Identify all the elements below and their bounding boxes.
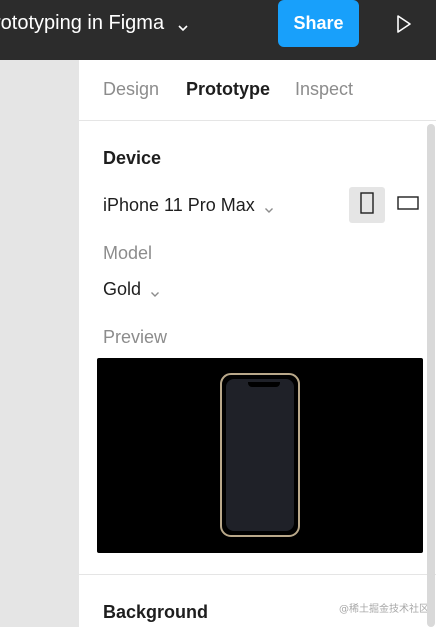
panel-tabs: Design Prototype Inspect <box>79 60 436 121</box>
tab-inspect[interactable]: Inspect <box>295 78 353 100</box>
section-divider <box>79 574 436 575</box>
phone-screen <box>226 379 294 531</box>
device-preview <box>97 358 423 553</box>
play-icon[interactable] <box>390 10 418 38</box>
top-toolbar: rototyping in Figma Share <box>0 0 436 60</box>
share-button[interactable]: Share <box>278 0 359 47</box>
landscape-orientation-button[interactable] <box>390 187 426 223</box>
model-dropdown-value: Gold <box>103 279 142 299</box>
tab-prototype[interactable]: Prototype <box>186 78 270 100</box>
canvas-area[interactable] <box>0 60 78 627</box>
chevron-down-icon <box>263 199 275 213</box>
file-title-text: rototyping in Figma <box>0 12 165 34</box>
device-dropdown[interactable]: iPhone 11 Pro Max <box>103 194 275 216</box>
portrait-icon <box>360 191 374 219</box>
file-title-menu[interactable]: rototyping in Figma <box>0 10 190 36</box>
device-section-title: Device <box>103 148 162 168</box>
watermark: @稀土掘金技术社区 <box>339 604 429 615</box>
portrait-orientation-button[interactable] <box>349 187 385 223</box>
iphone-gold-frame <box>220 373 300 537</box>
properties-panel: Design Prototype Inspect Device iPhone 1… <box>78 60 436 627</box>
figma-window: rototyping in Figma Share Design Prototy… <box>0 0 436 627</box>
phone-notch <box>248 382 280 387</box>
tab-design[interactable]: Design <box>103 78 159 100</box>
model-dropdown[interactable]: Gold <box>103 278 161 300</box>
model-label: Model <box>103 243 153 263</box>
preview-label: Preview <box>103 327 168 347</box>
device-dropdown-value: iPhone 11 Pro Max <box>103 195 255 215</box>
background-section-title: Background <box>103 602 209 622</box>
panel-scrollbar[interactable] <box>427 124 435 627</box>
landscape-icon <box>397 195 419 215</box>
chevron-down-icon <box>176 16 190 32</box>
chevron-down-icon <box>149 283 161 297</box>
